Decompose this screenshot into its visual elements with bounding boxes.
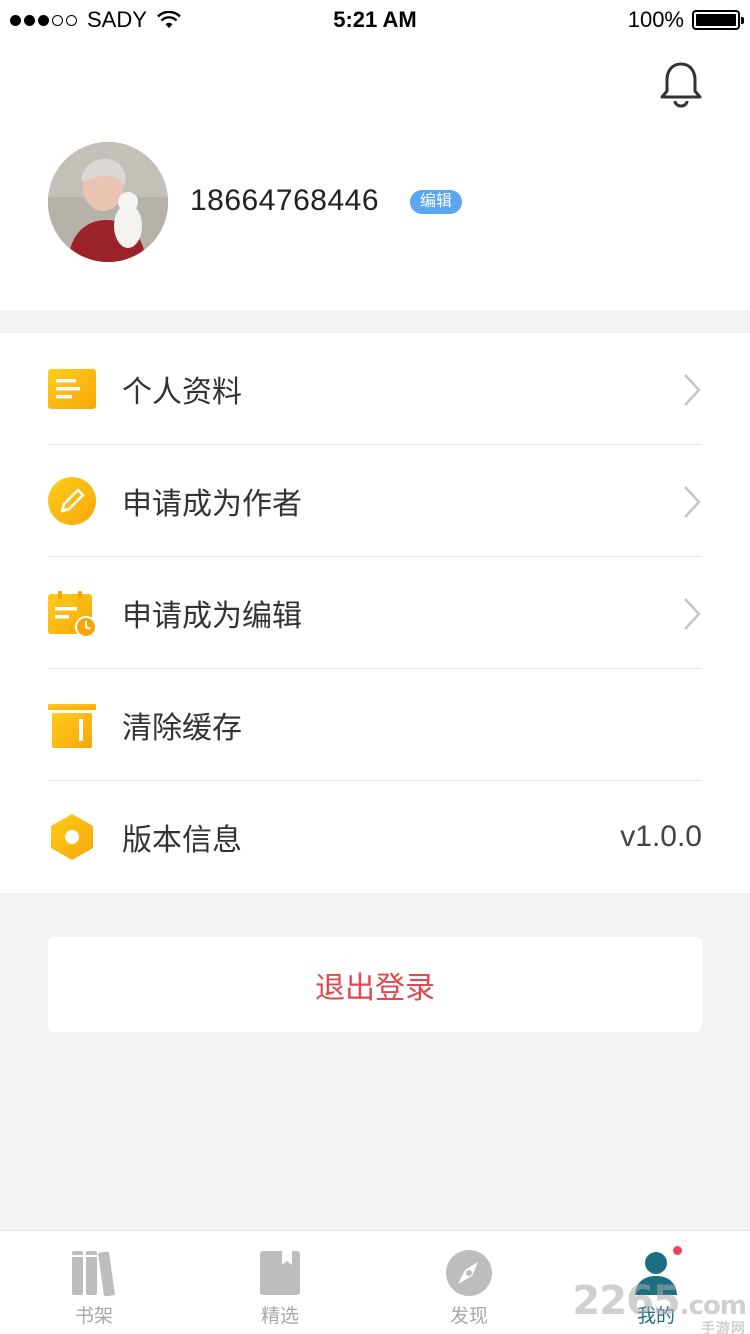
menu-item-label: 版本信息 — [122, 824, 242, 857]
menu-item-label: 申请成为编辑 — [122, 600, 302, 633]
watermark-main: 2265 — [572, 1278, 680, 1324]
menu-item-label: 清除缓存 — [122, 712, 242, 745]
menu-item-apply-author[interactable]: 申请成为作者 — [48, 445, 702, 557]
watermark-suffix: .com — [679, 1291, 747, 1321]
profile-doc-icon — [48, 369, 96, 409]
settings-menu: 个人资料 申请成为作者 申请成为编辑 清除缓存 版本信息 v1.0.0 — [0, 333, 750, 893]
trash-icon — [48, 704, 96, 748]
tab-featured[interactable]: 精选 — [220, 1231, 340, 1334]
profile-header: 18664768446 编辑 — [0, 40, 750, 310]
site-watermark: 2265.com 手游网 — [572, 1278, 747, 1334]
menu-item-label: 申请成为作者 — [122, 488, 302, 521]
edit-profile-badge[interactable]: 编辑 — [410, 190, 463, 214]
clipboard-clock-icon — [48, 591, 96, 637]
bell-icon[interactable] — [658, 60, 704, 108]
battery-percent: 100% — [627, 7, 684, 32]
user-phone: 18664768446 — [190, 184, 380, 217]
menu-item-profile[interactable]: 个人资料 — [48, 333, 702, 445]
tab-label: 书架 — [74, 1306, 113, 1327]
battery-icon — [692, 10, 744, 30]
version-value: v1.0.0 — [620, 820, 702, 853]
hexagon-icon — [51, 814, 93, 860]
menu-item-label: 个人资料 — [122, 376, 242, 409]
avatar-photo-icon — [48, 142, 168, 262]
avatar[interactable] — [48, 142, 168, 262]
chevron-right-icon — [684, 598, 701, 630]
menu-item-clear-cache[interactable]: 清除缓存 — [48, 669, 702, 781]
pencil-circle-icon — [48, 477, 96, 525]
notification-dot — [673, 1246, 682, 1255]
menu-item-apply-editor[interactable]: 申请成为编辑 — [48, 557, 702, 669]
tab-bookshelf[interactable]: 书架 — [34, 1231, 154, 1334]
bookshelf-icon — [72, 1251, 115, 1297]
chevron-right-icon — [684, 374, 701, 406]
compass-icon — [446, 1250, 492, 1296]
tab-discover[interactable]: 发现 — [409, 1231, 529, 1334]
bookmark-book-icon — [260, 1251, 300, 1295]
menu-item-version[interactable]: 版本信息 v1.0.0 — [48, 781, 702, 893]
tab-label: 发现 — [449, 1306, 488, 1327]
status-right: 100% — [627, 7, 744, 33]
tab-label: 精选 — [260, 1306, 299, 1327]
logout-button[interactable]: 退出登录 — [48, 937, 702, 1032]
chevron-right-icon — [684, 486, 701, 518]
status-bar: SADY 5:21 AM 100% — [0, 0, 750, 40]
